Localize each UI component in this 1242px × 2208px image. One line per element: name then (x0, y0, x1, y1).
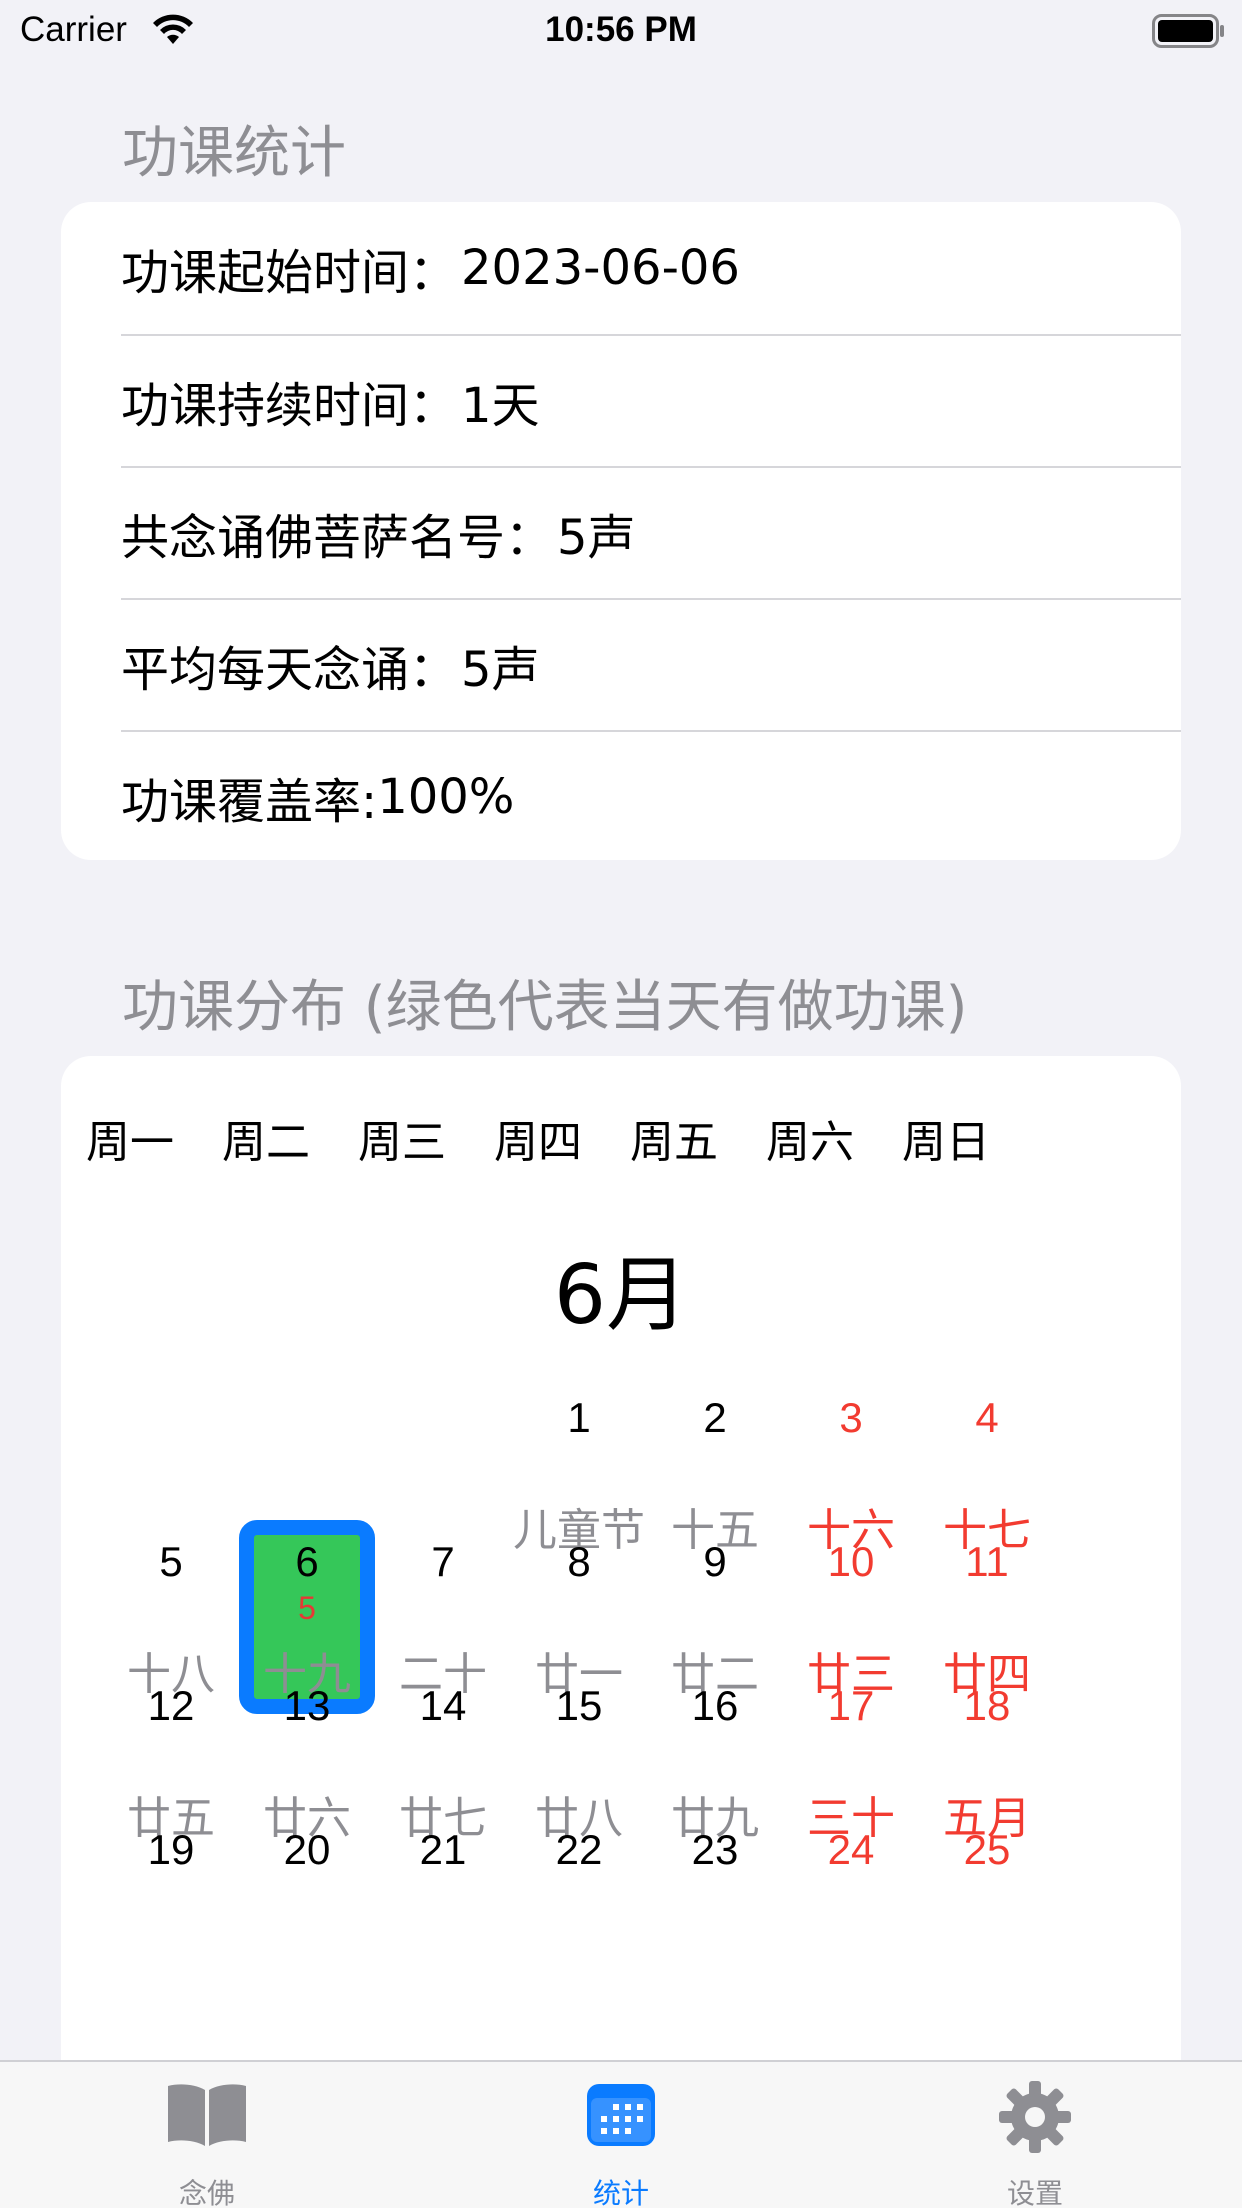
stats-label: 功课持续时间： (121, 378, 458, 434)
calendar-day[interactable]: 22 (511, 1808, 647, 2008)
calendar-icon (587, 2084, 655, 2146)
tab-nianfo[interactable]: 念佛 (0, 2062, 414, 2208)
stats-label: 平均每天念诵： (121, 642, 458, 698)
day-number: 24 (827, 1826, 875, 1873)
day-number: 18 (963, 1682, 1011, 1729)
weekday-label: 周五 (630, 1117, 718, 1168)
day-number: 16 (691, 1682, 739, 1729)
tab-label: 统计 (592, 2177, 649, 2208)
day-number: 6 (295, 1538, 319, 1585)
stats-row-daily-average: 平均每天念诵： 5声 (121, 598, 1181, 730)
tab-label: 念佛 (178, 2177, 235, 2208)
day-number: 14 (419, 1682, 467, 1729)
stats-value: 1天 (461, 378, 540, 434)
weekday-label: 周四 (494, 1117, 582, 1168)
weekday-label: 周三 (358, 1117, 446, 1168)
day-number: 2 (703, 1394, 727, 1441)
distribution-section-header: 功课分布 (绿色代表当天有做功课) (122, 975, 968, 1040)
status-bar: Carrier 10:56 PM (0, 0, 1242, 64)
day-number: 8 (567, 1538, 591, 1585)
month-title: 6月 (553, 1248, 689, 1343)
day-number: 1 (567, 1394, 591, 1441)
gear-icon (999, 2081, 1071, 2153)
stats-value: 2023-06-06 (461, 240, 740, 296)
calendar-day[interactable]: 25 (919, 1808, 1055, 2008)
calendar-day[interactable]: 24 (783, 1808, 919, 2008)
day-number: 25 (963, 1826, 1011, 1873)
stats-label: 功课起始时间： (121, 245, 458, 301)
calendar-day[interactable]: 23 (647, 1808, 783, 2008)
day-number: 11 (965, 1538, 1009, 1585)
stats-value: 5声 (557, 510, 636, 566)
day-number: 4 (975, 1394, 999, 1441)
day-number: 13 (283, 1682, 331, 1729)
stats-label: 共念诵佛菩萨名号： (121, 510, 554, 566)
tab-label: 设置 (1006, 2177, 1063, 2208)
stats-row-coverage: 功课覆盖率: 100% (121, 730, 1181, 860)
day-number: 9 (703, 1538, 727, 1585)
stats-value: 100% (377, 769, 515, 825)
day-number: 17 (827, 1682, 875, 1729)
day-number: 7 (431, 1538, 455, 1585)
day-number: 5 (159, 1538, 183, 1585)
calendar-card[interactable]: 周一 周二 周三 周四 周五 周六 周日 6月 1 儿童节 2 十五 3 十六 4 十七 5 十八 6 5 十九 7 二… (61, 1056, 1181, 2208)
day-number: 10 (827, 1538, 875, 1585)
battery-icon (1152, 14, 1224, 48)
weekday-label: 周六 (766, 1117, 854, 1168)
weekday-label: 周二 (222, 1117, 310, 1168)
tab-settings[interactable]: 设置 (828, 2062, 1242, 2208)
day-number: 12 (147, 1682, 195, 1729)
day-recitation-count: 5 (298, 1590, 316, 1626)
day-number: 15 (555, 1682, 603, 1729)
weekday-label: 周一 (86, 1117, 174, 1168)
stats-value: 5声 (461, 642, 540, 698)
tab-stats[interactable]: 统计 (414, 2062, 828, 2208)
stats-label: 功课覆盖率: (121, 774, 378, 830)
day-number: 22 (555, 1826, 603, 1873)
tab-bar: 念佛 统计 设置 (0, 2060, 1242, 2208)
book-icon (168, 2084, 246, 2146)
stats-row-total-recitations: 共念诵佛菩萨名号： 5声 (121, 466, 1181, 598)
calendar-day[interactable]: 21 (375, 1808, 511, 2008)
calendar-day[interactable]: 19 (103, 1808, 239, 2008)
stats-row-duration: 功课持续时间： 1天 (121, 334, 1181, 466)
weekday-label: 周日 (902, 1117, 990, 1168)
day-number: 20 (283, 1826, 331, 1873)
day-number: 21 (419, 1826, 467, 1873)
stats-row-start-date: 功课起始时间： 2023-06-06 (121, 202, 1181, 334)
status-time: 10:56 PM (545, 10, 697, 49)
day-number: 3 (839, 1394, 863, 1441)
day-number: 19 (147, 1826, 195, 1873)
day-number: 23 (691, 1826, 739, 1873)
calendar-day[interactable]: 20 (239, 1808, 375, 2008)
stats-card: 功课起始时间： 2023-06-06 功课持续时间： 1天 共念诵佛菩萨名号： … (61, 202, 1181, 860)
stats-section-header: 功课统计 (122, 121, 346, 186)
